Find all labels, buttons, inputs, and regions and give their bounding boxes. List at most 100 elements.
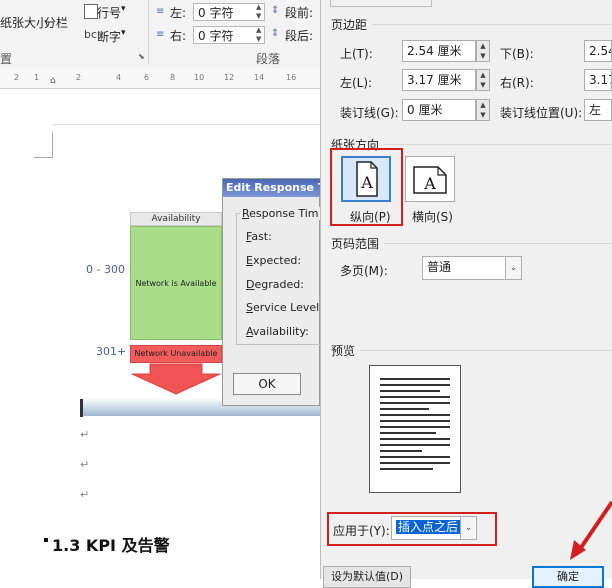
columns-button[interactable]: 分栏 <box>44 14 68 31</box>
preview-text-lines <box>380 378 450 470</box>
portrait-page-icon: A <box>356 161 378 197</box>
multiple-pages-value: 普通 <box>427 260 452 274</box>
landscape-label[interactable]: 横向(S) <box>412 208 453 225</box>
page-divider <box>52 124 320 125</box>
line-numbers-button[interactable]: 行号 <box>97 4 121 21</box>
page-size-button[interactable]: 纸张大小 <box>0 14 48 31</box>
range-label: 301+ <box>96 345 127 358</box>
page-setup-group-label: 置 <box>0 52 13 66</box>
ruler-number: 2 <box>76 73 82 82</box>
down-arrow-icon <box>131 363 221 395</box>
ruler-number: 14 <box>254 73 265 82</box>
spin-icon[interactable]: ▲ ▼ <box>256 26 261 44</box>
portrait-button[interactable]: A <box>341 156 391 202</box>
svg-text:A: A <box>360 173 373 192</box>
spacing-after-icon: ⇕ <box>271 28 280 39</box>
ruler-number: 16 <box>286 73 297 82</box>
expected-label: Expected: <box>246 254 302 267</box>
indent-left-icon: ≡ <box>156 6 165 17</box>
indent-right-label: 右: <box>170 29 187 43</box>
page-margin-corner <box>34 132 53 158</box>
left-margin-spinner[interactable]: ▲ ▼ <box>476 69 490 91</box>
ruler-scale: 2 1 2 4 6 8 10 12 14 16 ⌂ <box>4 70 320 86</box>
top-margin-input[interactable]: 2.54 厘米 <box>402 40 476 62</box>
bullet-icon <box>44 538 48 542</box>
pointer-arrow-icon <box>570 500 612 560</box>
set-default-button[interactable]: 设为默认值(D) <box>323 566 411 588</box>
section-divider <box>360 350 612 351</box>
right-margin-input[interactable]: 3.17 <box>584 69 612 91</box>
ruler-number: 6 <box>144 73 150 82</box>
pages-section-title: 页码范围 <box>331 237 380 251</box>
paragraph-mark: ↵ <box>80 458 90 471</box>
spacing-before-icon: ⇕ <box>271 5 280 16</box>
spacing-after-label: 段后: <box>285 29 314 43</box>
ruler-number: 2 <box>14 73 20 82</box>
apply-to-select[interactable]: 插入点之后 ⌄ <box>391 516 477 540</box>
ruler-number: 4 <box>116 73 122 82</box>
spacing-before-label: 段前: <box>285 6 314 20</box>
landscape-page-icon: A <box>413 166 447 194</box>
portrait-label[interactable]: 纵向(P) <box>350 208 391 225</box>
text-cursor <box>80 399 83 417</box>
ok-button[interactable]: 确定 <box>532 566 604 588</box>
multiple-pages-label: 多页(M): <box>340 264 388 278</box>
top-margin-spinner[interactable]: ▲ ▼ <box>476 40 490 62</box>
right-margin-label: 右(R): <box>500 76 534 90</box>
section-heading: 1.3 KPI 及告警 <box>52 536 170 555</box>
apply-to-label: 应用于(Y): <box>333 524 390 538</box>
ribbon-divider <box>148 0 149 64</box>
left-margin-input[interactable]: 3.17 厘米 <box>402 69 476 91</box>
chevron-down-icon[interactable]: ⌄ <box>505 257 521 279</box>
landscape-button[interactable]: A <box>405 156 455 202</box>
indent-marker-icon[interactable]: ⌂ <box>50 76 56 86</box>
apply-to-value: 插入点之后 <box>396 520 461 534</box>
paragraph-mark: ↵ <box>80 488 90 501</box>
gutter-position-label: 装订线位置(U): <box>500 106 583 120</box>
gutter-position-select[interactable]: 左 <box>584 99 612 121</box>
preview-page <box>369 365 461 493</box>
preview-section-title: 预览 <box>331 344 356 358</box>
ruler-number: 12 <box>224 73 235 82</box>
unavailable-zone: Network Unavailable <box>130 345 222 363</box>
dialog-launcher-icon[interactable]: ⬊ <box>138 52 145 61</box>
indent-right-input[interactable]: 0 字符 <box>193 26 265 44</box>
gutter-label: 装订线(G): <box>340 106 399 120</box>
response-time-group-label: Response Tim <box>240 207 321 220</box>
availability-label: Availability: <box>246 325 309 338</box>
range-label: 0 - 300 <box>86 263 125 276</box>
chevron-down-icon: ▾ <box>121 28 126 38</box>
gutter-input[interactable]: 0 厘米 <box>402 99 476 121</box>
ok-button[interactable]: OK <box>233 373 301 395</box>
degraded-label: Degraded: <box>246 278 304 291</box>
chevron-down-icon[interactable]: ⌄ <box>460 517 476 539</box>
spin-icon[interactable]: ▲ ▼ <box>256 3 261 21</box>
hyphenation-button[interactable]: 断字 <box>97 28 121 45</box>
multiple-pages-select[interactable]: 普通 ⌄ <box>422 256 522 280</box>
paragraph-mark: ↵ <box>80 428 90 441</box>
indent-left-label: 左: <box>170 6 187 20</box>
dialog-tab-strip[interactable] <box>330 0 432 7</box>
service-level-label: Service Level: <box>246 301 323 314</box>
ruler-number: 8 <box>170 73 176 82</box>
hyphenation-icon: bc <box>84 28 98 41</box>
margins-section-title: 页边距 <box>331 18 368 32</box>
top-margin-label: 上(T): <box>340 47 373 61</box>
section-divider <box>372 24 612 25</box>
bottom-margin-input[interactable]: 2.54 <box>584 40 612 62</box>
section-divider <box>384 243 612 244</box>
indent-right-icon: ≡ <box>156 29 165 40</box>
indent-left-input[interactable]: 0 字符 <box>193 3 265 21</box>
left-margin-label: 左(L): <box>340 76 373 90</box>
paragraph-group-label: 段落 <box>256 52 281 66</box>
chevron-down-icon: ▾ <box>121 4 126 14</box>
gutter-spinner[interactable]: ▲ ▼ <box>476 99 490 121</box>
svg-text:A: A <box>423 174 436 193</box>
fast-label: Fast: <box>246 230 272 243</box>
word-ribbon: 纸张大小 分栏 行号 ▾ bc 断字 ▾ 置 ⬊ ≡ 左: 0 字符 ▲ ▼ ≡ … <box>0 0 320 69</box>
edit-response-title: Edit Response Tim <box>223 179 320 197</box>
available-zone: Network is Available <box>130 226 222 340</box>
line-numbers-icon <box>84 4 98 19</box>
section-divider <box>384 144 612 145</box>
bottom-margin-label: 下(B): <box>500 47 534 61</box>
